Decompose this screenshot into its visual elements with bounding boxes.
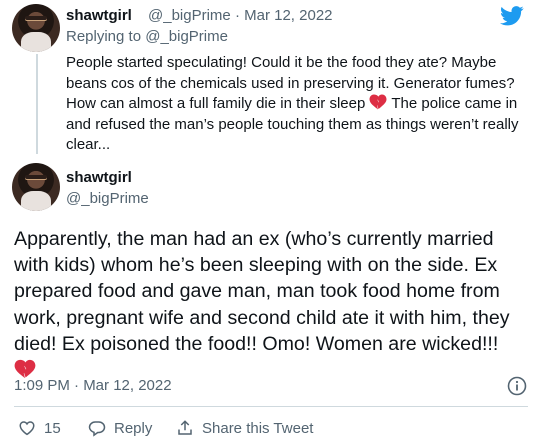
reply-author-handle[interactable]: @_bigPrime: [148, 7, 231, 24]
main-tweet-text: Apparently, the man had an ex (who’s cur…: [14, 226, 530, 383]
reply-author-meta: @_bigPrime · Mar 12, 2022: [148, 7, 333, 24]
heart-outline-icon: [19, 421, 35, 436]
main-text-body: Apparently, the man had an ex (who’s cur…: [14, 228, 510, 355]
main-author-avatar[interactable]: [12, 163, 60, 211]
main-author-name[interactable]: shawtgirl: [66, 169, 132, 186]
main-tweet-timestamp[interactable]: 1:09 PM · Mar 12, 2022: [14, 377, 172, 394]
twitter-bird-icon[interactable]: [500, 6, 524, 26]
share-label: Share this Tweet: [202, 419, 314, 437]
like-button[interactable]: 15: [18, 418, 61, 438]
action-divider: [14, 406, 528, 407]
replying-to-line: Replying to @_bigPrime: [66, 28, 228, 45]
info-icon[interactable]: [507, 376, 527, 396]
reply-tweet-text: People started speculating! Could it be …: [66, 53, 526, 156]
reply-label: Reply: [114, 419, 153, 437]
reply-tweet-date[interactable]: Mar 12, 2022: [244, 7, 332, 24]
share-button[interactable]: Share this Tweet: [176, 418, 313, 438]
meta-separator: ·: [234, 7, 240, 24]
thread-connector-line: [36, 54, 38, 154]
speech-bubble-icon: [88, 421, 106, 437]
share-upload-icon: [178, 420, 192, 435]
replying-to-label: Replying to: [66, 28, 142, 45]
reply-button[interactable]: Reply: [88, 418, 152, 438]
main-author-handle[interactable]: @_bigPrime: [66, 190, 149, 207]
like-count: 15: [44, 419, 61, 437]
broken-heart-icon: [369, 94, 387, 110]
reply-author-avatar[interactable]: [12, 4, 60, 52]
reply-author-name[interactable]: shawtgirl: [66, 7, 132, 24]
replying-to-handle[interactable]: @_bigPrime: [145, 28, 228, 45]
